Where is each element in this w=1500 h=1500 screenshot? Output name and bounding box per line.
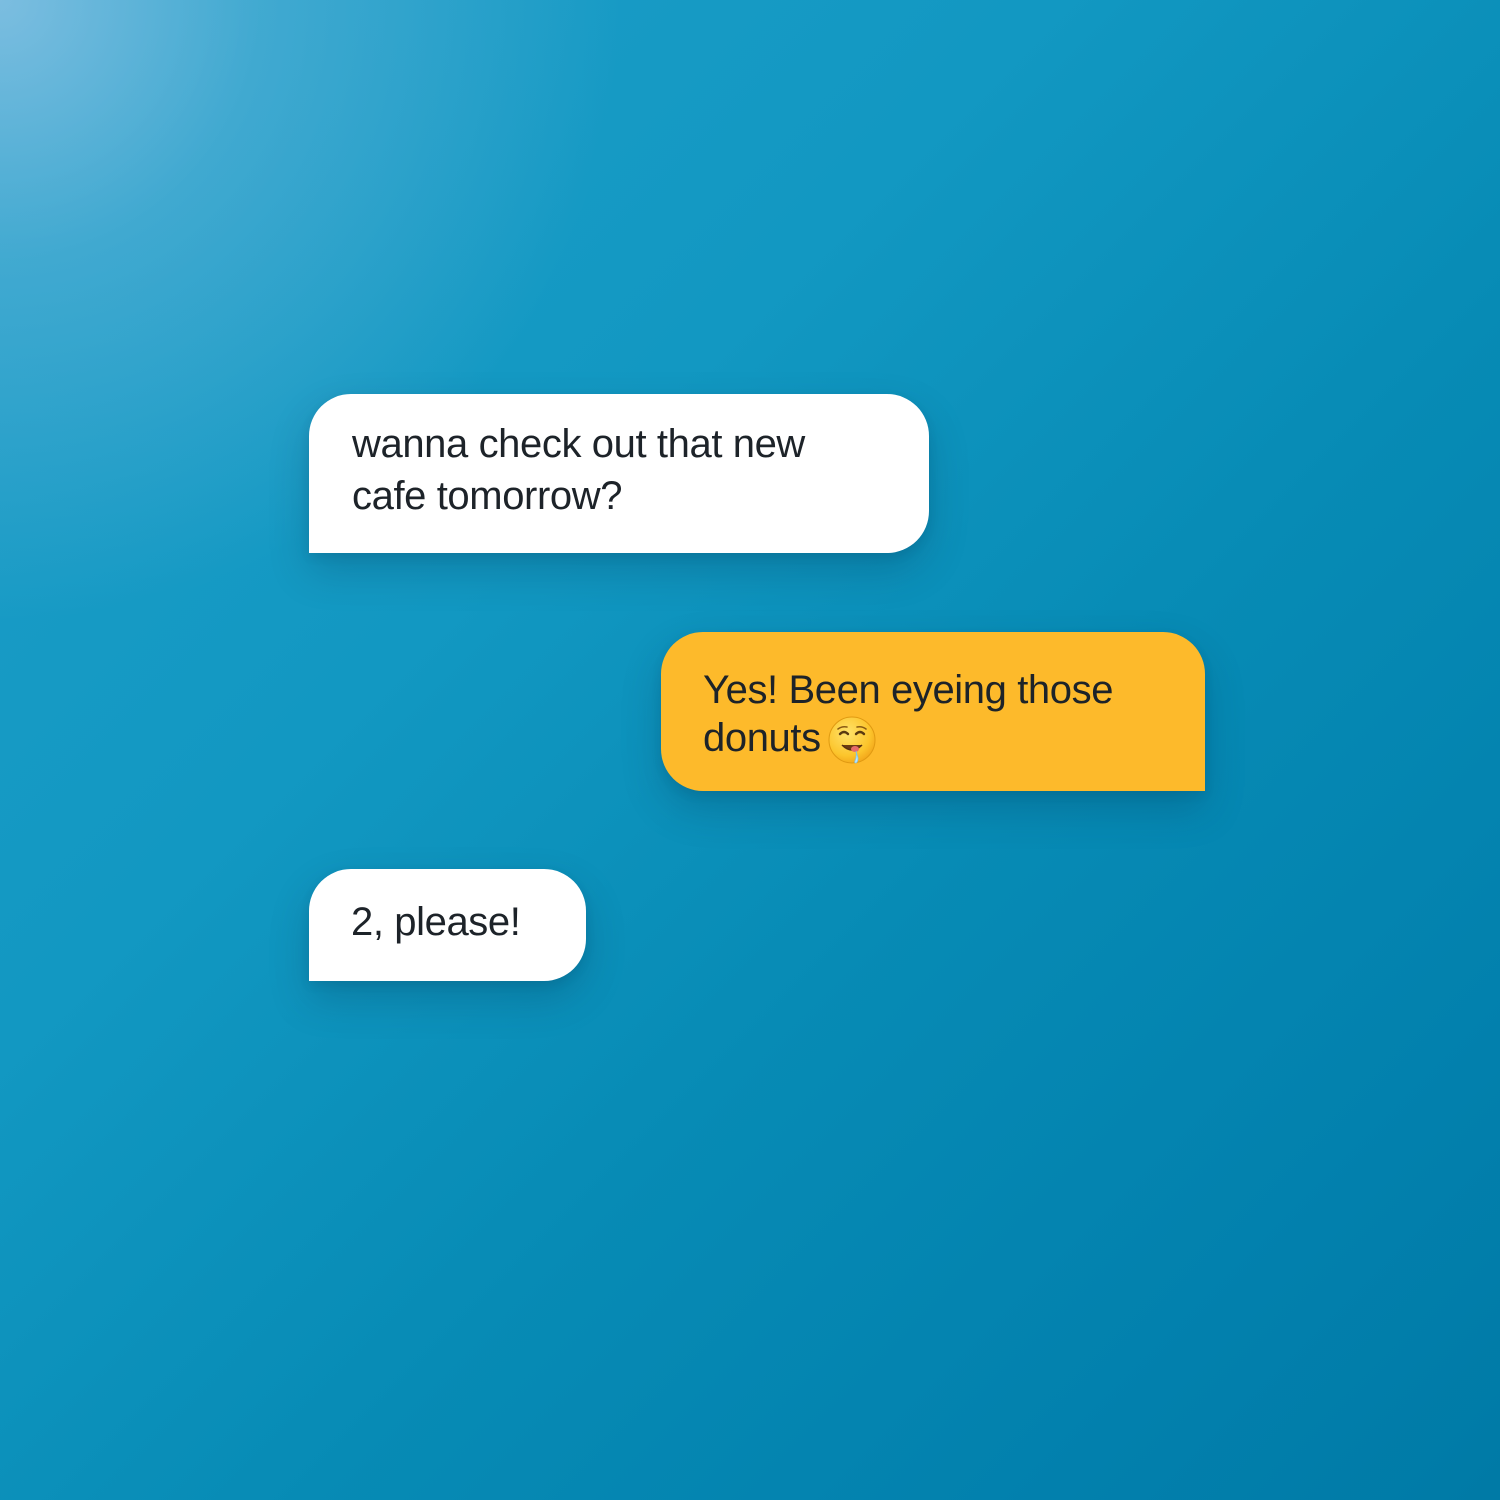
incoming-message-bubble[interactable]: wanna check out that new cafe tomorrow? [309,394,929,553]
message-text: wanna check out that new cafe tomorrow? [352,422,805,518]
chat-thread: wanna check out that new cafe tomorrow? … [0,0,1500,1500]
message-text: Yes! Been eyeing those donuts [703,666,1175,765]
drooling-face-icon [827,715,877,765]
message-text-content: Yes! Been eyeing those donuts [703,668,1114,760]
outgoing-message-bubble[interactable]: Yes! Been eyeing those donuts [661,632,1205,791]
message-text: 2, please! [351,900,521,944]
incoming-message-bubble[interactable]: 2, please! [309,869,586,981]
